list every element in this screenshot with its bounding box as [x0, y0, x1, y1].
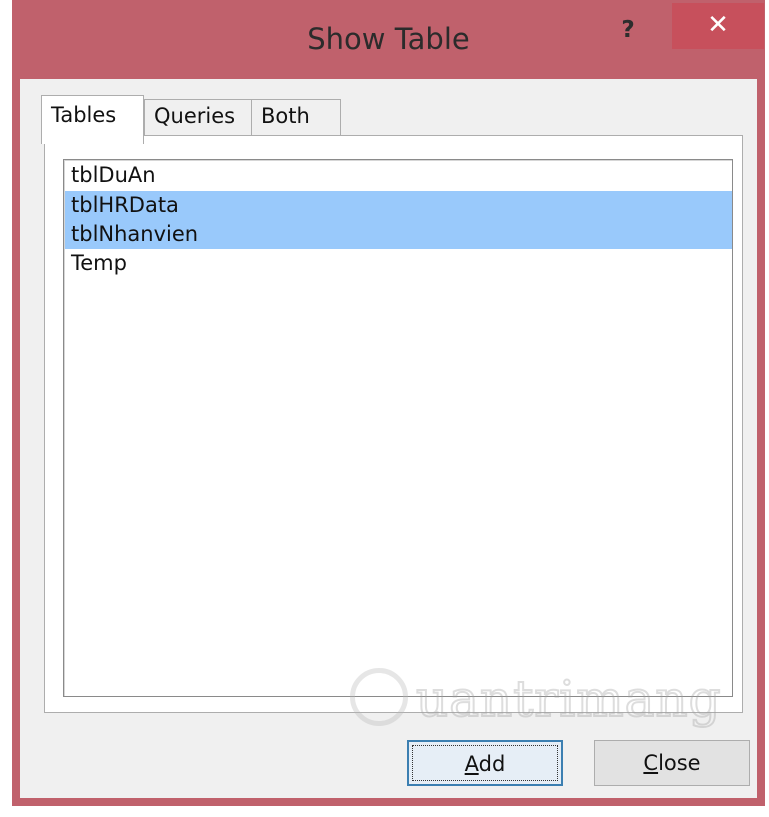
show-table-dialog: Show Table ? ✕ Tables Queries Both tblDu… [12, 0, 765, 806]
help-button[interactable]: ? [608, 12, 648, 48]
watermark-logo-icon [350, 668, 408, 726]
close-window-button[interactable]: ✕ [672, 3, 764, 49]
title-bar[interactable]: Show Table ? ✕ [12, 0, 765, 78]
dialog-title: Show Table [307, 22, 470, 56]
close-button[interactable]: Close [594, 740, 750, 786]
watermark: uantrimang [350, 662, 750, 742]
tab-queries[interactable]: Queries [144, 99, 252, 136]
close-button-mnemonic: C [643, 751, 659, 775]
focus-ring [412, 745, 558, 781]
watermark-text: uantrimang [415, 669, 722, 729]
list-item[interactable]: tblNhanvien [65, 220, 732, 249]
close-button-label: lose [658, 751, 701, 775]
table-listbox[interactable]: tblDuAn tblHRData tblNhanvien Temp [63, 159, 733, 697]
tab-tables[interactable]: Tables [41, 95, 144, 144]
tab-both[interactable]: Both [251, 99, 341, 136]
dialog-body: Tables Queries Both tblDuAn tblHRData tb… [20, 79, 757, 798]
list-item[interactable]: tblHRData [65, 191, 732, 220]
list-item[interactable]: Temp [65, 249, 732, 278]
list-item[interactable]: tblDuAn [65, 161, 732, 190]
add-button[interactable]: Add [407, 740, 563, 786]
